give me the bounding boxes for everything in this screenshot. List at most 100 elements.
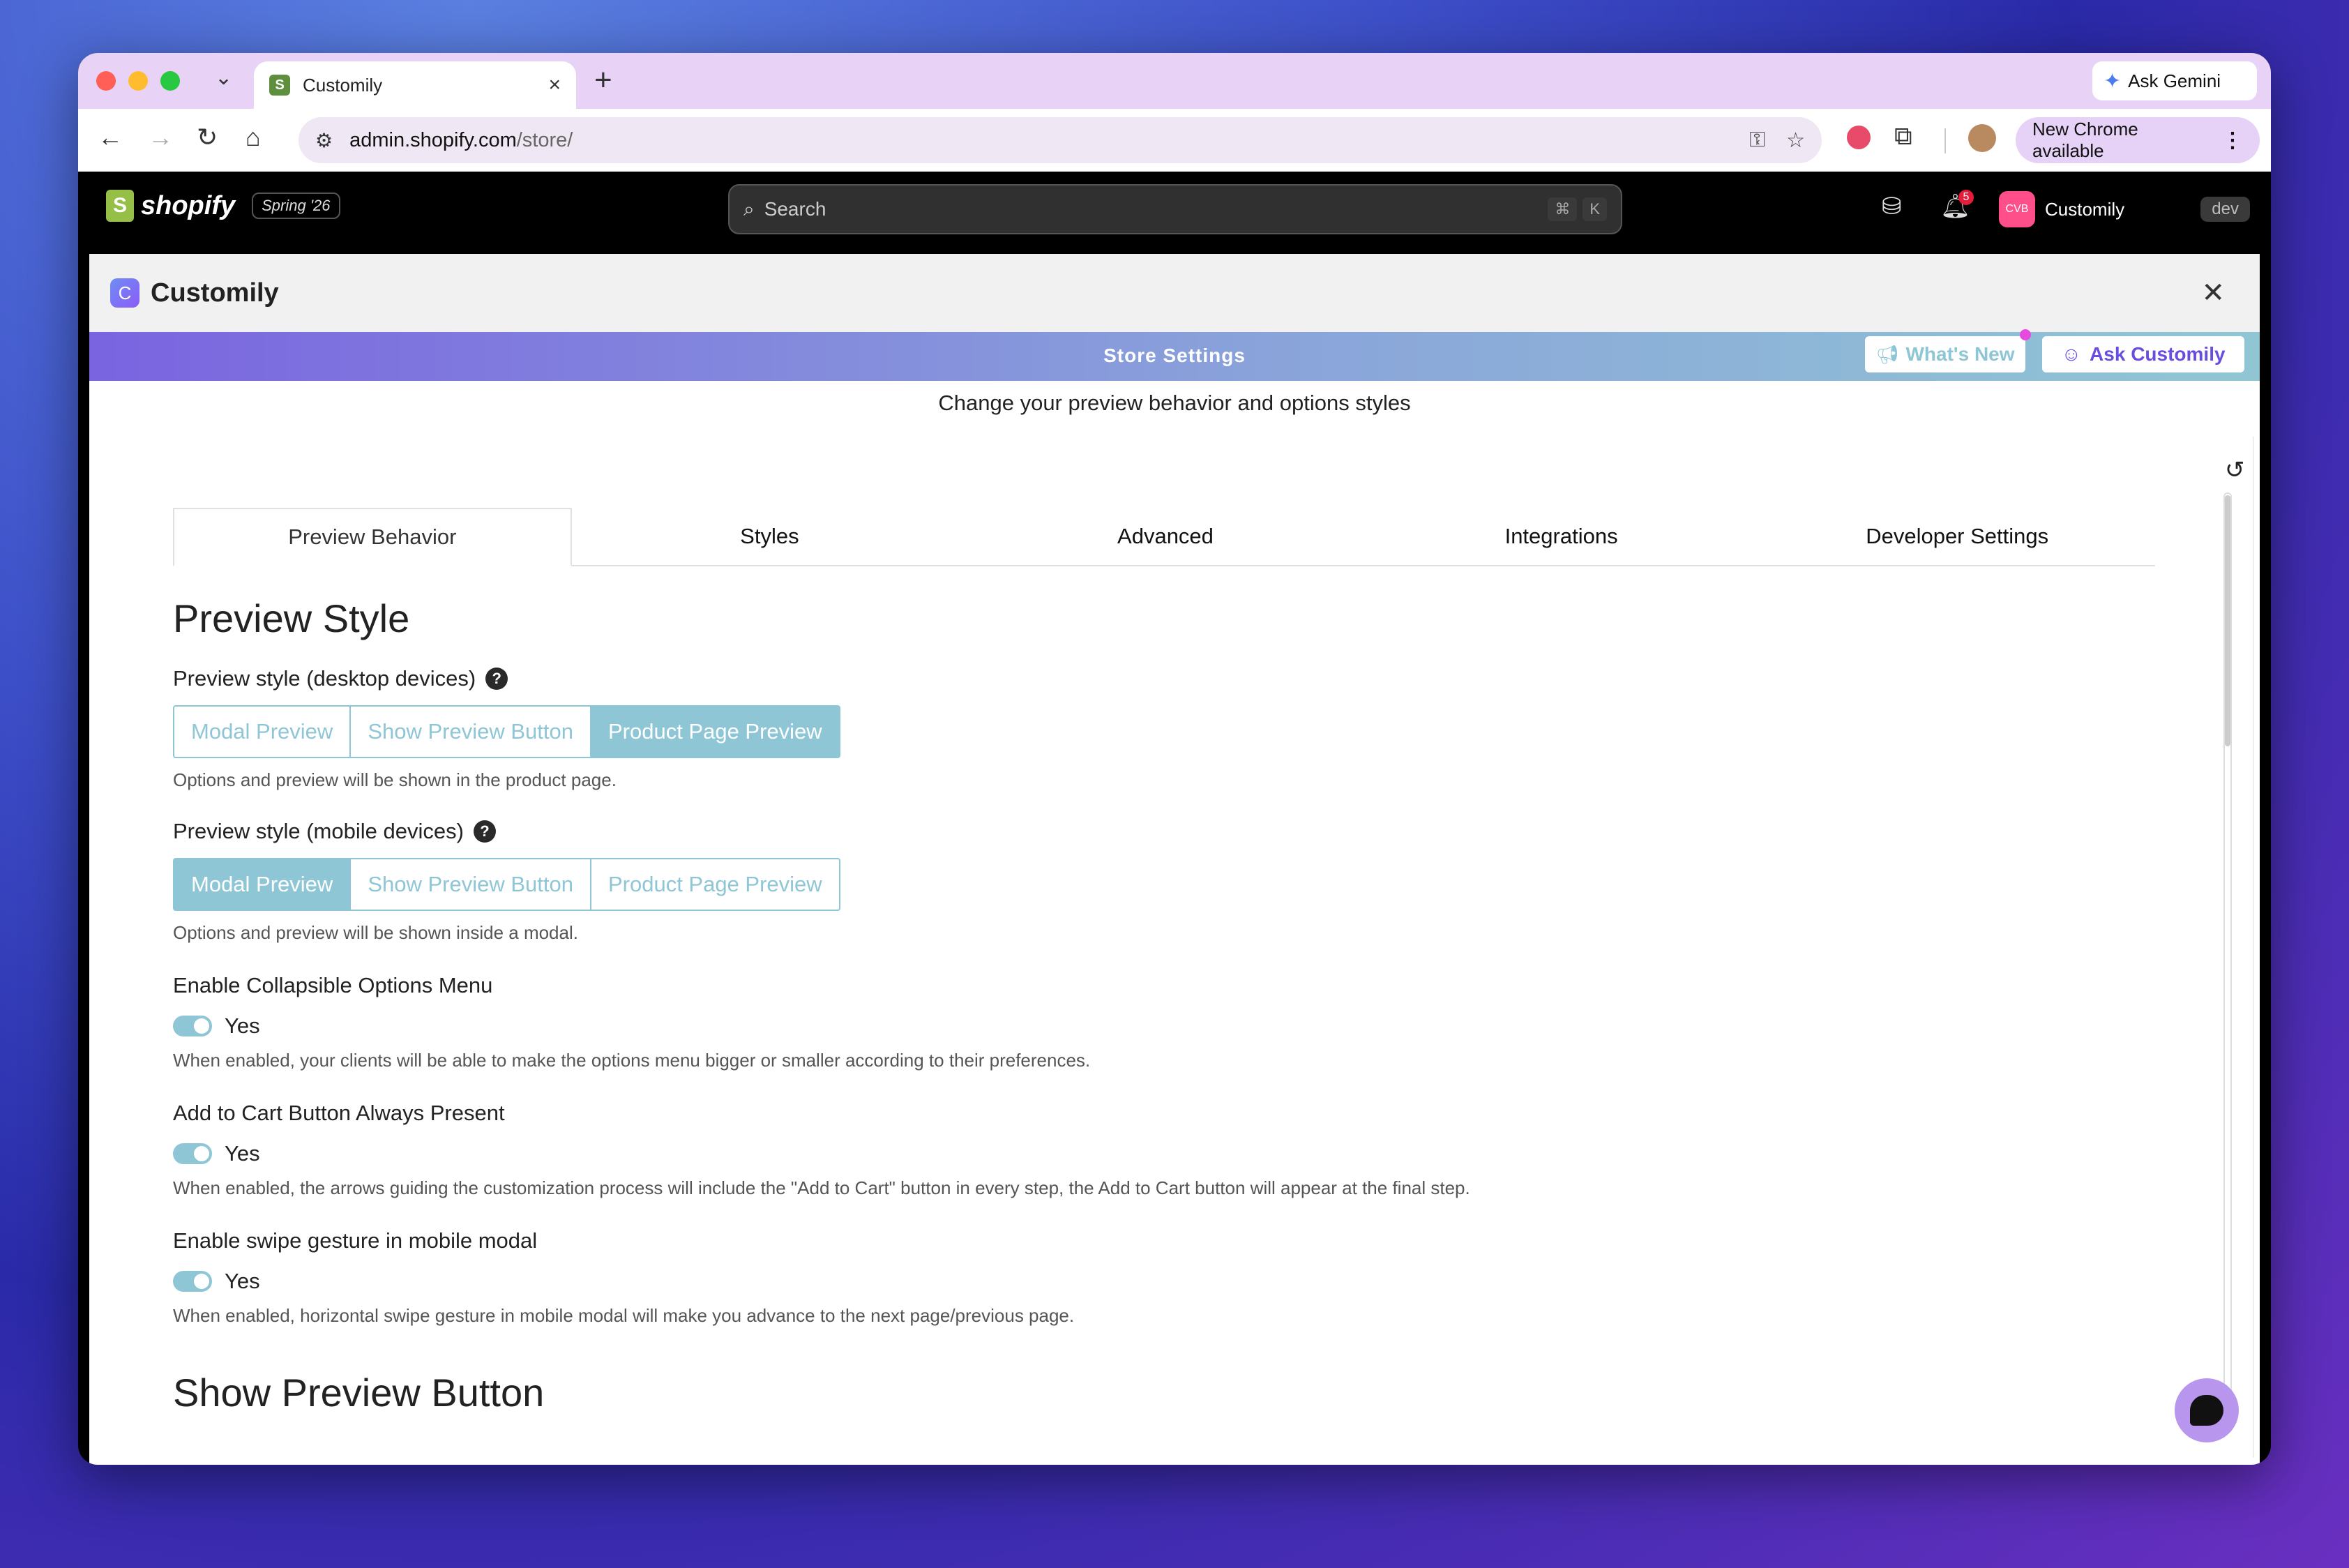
add-to-cart-toggle-label: Yes — [225, 1141, 260, 1166]
database-icon[interactable]: ⛁ — [1882, 193, 1902, 220]
show-preview-button-heading: Show Preview Button — [173, 1371, 545, 1415]
notification-count-badge: 5 — [1958, 190, 1974, 205]
toolbar-divider — [1944, 128, 1946, 153]
desktop-product-page-preview-option[interactable]: Product Page Preview — [589, 705, 840, 758]
tab-integrations[interactable]: Integrations — [1364, 508, 1760, 565]
close-window-button[interactable] — [96, 71, 116, 91]
url-text[interactable]: admin.shopify.com/store/ — [349, 129, 1728, 152]
tab-preview-behavior[interactable]: Preview Behavior — [173, 508, 572, 566]
ask-customily-button[interactable]: ☺ Ask Customily — [2042, 336, 2244, 372]
desktop-help-text: Options and preview will be shown in the… — [173, 769, 617, 790]
shopify-favicon-icon: S — [269, 75, 290, 96]
swipe-toggle-label: Yes — [225, 1269, 260, 1293]
back-arrow-icon[interactable]: ← — [98, 123, 123, 152]
collapsible-menu-toggle[interactable] — [173, 1016, 212, 1036]
profile-avatar[interactable] — [1968, 124, 1996, 152]
store-name: Customily — [2045, 198, 2125, 220]
chat-support-button[interactable] — [2175, 1378, 2239, 1442]
desktop-show-preview-button-option[interactable]: Show Preview Button — [349, 705, 591, 758]
extension-icon[interactable] — [1847, 126, 1871, 149]
url-path: /store/ — [516, 128, 573, 151]
tab-title: Customily — [303, 74, 383, 96]
help-question-icon[interactable]: ? — [485, 668, 508, 690]
collapsible-help-text: When enabled, your clients will be able … — [173, 1050, 1091, 1071]
mobile-product-page-preview-option[interactable]: Product Page Preview — [589, 858, 840, 911]
mobile-label-text: Preview style (mobile devices) — [173, 819, 464, 843]
ask-customily-label: Ask Customily — [2090, 343, 2226, 365]
edition-badge: Spring '26 — [252, 193, 340, 219]
store-switcher[interactable]: CVB Customily — [1999, 191, 2124, 227]
extensions-puzzle-icon[interactable]: ⧉ — [1894, 121, 1912, 151]
mobile-preview-style-selector: Modal Preview Show Preview Button Produc… — [173, 858, 2196, 911]
tab-search-chevron-down-icon[interactable]: ⌄ — [215, 66, 232, 90]
desktop-preview-style-selector: Modal Preview Show Preview Button Produc… — [173, 705, 2196, 758]
bookmark-star-icon[interactable]: ☆ — [1786, 128, 1805, 153]
forward-arrow-icon[interactable]: → — [148, 123, 173, 152]
new-tab-plus-icon[interactable]: + — [594, 63, 612, 98]
customily-app-frame: C Customily ✕ Store Settings 📢︎ What's N… — [89, 254, 2260, 1465]
mobile-modal-preview-option[interactable]: Modal Preview — [173, 858, 352, 911]
reload-icon[interactable]: ↻ — [197, 123, 218, 152]
chrome-update-button[interactable]: New Chrome available ⋮ — [2016, 117, 2260, 163]
browser-tab[interactable]: S Customily × — [254, 61, 576, 109]
swipe-help-text: When enabled, horizontal swipe gesture i… — [173, 1305, 1075, 1326]
shortcut-k-key: K — [1583, 197, 1607, 221]
new-indicator-dot — [2020, 329, 2031, 340]
shortcut-cmd-key: ⌘ — [1548, 197, 1578, 221]
add-to-cart-toggle[interactable] — [173, 1143, 212, 1164]
assistant-icon: ☺ — [2061, 343, 2082, 365]
megaphone-icon: 📢︎ — [1875, 343, 1899, 365]
settings-subtitle: Change your preview behavior and options… — [938, 391, 1411, 415]
minimize-window-button[interactable] — [128, 71, 148, 91]
app-titlebar: C Customily ✕ — [89, 254, 2260, 332]
tab-styles[interactable]: Styles — [572, 508, 968, 565]
whats-new-label: What's New — [1905, 343, 2015, 365]
close-app-icon[interactable]: ✕ — [2201, 277, 2225, 309]
mobile-help-text: Options and preview will be shown inside… — [173, 922, 578, 943]
swipe-gesture-label: Enable swipe gesture in mobile modal — [173, 1228, 538, 1253]
tab-close-icon[interactable]: × — [548, 73, 561, 97]
content-scrollbar-thumb[interactable] — [2225, 495, 2230, 746]
mobile-show-preview-button-option[interactable]: Show Preview Button — [349, 858, 591, 911]
swipe-gesture-toggle-row: Yes — [173, 1269, 2196, 1294]
mobile-preview-style-label: Preview style (mobile devices) ? — [173, 819, 2196, 844]
tab-developer-settings[interactable]: Developer Settings — [1759, 508, 2155, 565]
browser-toolbar: ← → ↻ ⌂ ⚙ admin.shopify.com/store/ ⚿ ☆ ⧉… — [78, 109, 2271, 172]
preview-behavior-panel: Preview Style Preview style (desktop dev… — [173, 596, 2196, 1415]
shopify-admin-header: S shopify Spring '26 ⌕ Search ⌘ K ⛁ 🔔︎ 5… — [78, 172, 2271, 244]
maximize-window-button[interactable] — [160, 71, 180, 91]
customily-logo-icon: C — [110, 278, 139, 308]
shopify-bag-icon: S — [106, 190, 134, 222]
desktop-label-text: Preview style (desktop devices) — [173, 666, 476, 691]
address-bar[interactable]: ⚙ admin.shopify.com/store/ ⚿ ☆ — [299, 117, 1822, 163]
ask-gemini-button[interactable]: ✦ Ask Gemini — [2092, 61, 2257, 100]
swipe-gesture-toggle[interactable] — [173, 1271, 212, 1292]
preview-style-heading: Preview Style — [173, 596, 410, 640]
help-question-icon[interactable]: ? — [473, 820, 496, 843]
desktop-modal-preview-option[interactable]: Modal Preview — [173, 705, 352, 758]
whats-new-button[interactable]: 📢︎ What's New — [1865, 329, 2031, 372]
chat-bubble-icon — [2190, 1395, 2223, 1426]
update-label: New Chrome available — [2032, 119, 2138, 161]
desktop-preview-style-label: Preview style (desktop devices) ? — [173, 666, 2196, 691]
app-title: Customily — [151, 278, 279, 308]
collapsible-menu-label: Enable Collapsible Options Menu — [173, 973, 493, 997]
add-to-cart-help-text: When enabled, the arrows guiding the cus… — [173, 1177, 1470, 1198]
add-to-cart-label: Add to Cart Button Always Present — [173, 1101, 505, 1125]
store-avatar: CVB — [1999, 191, 2035, 227]
shopify-logo[interactable]: S shopify Spring '26 — [106, 190, 340, 222]
kebab-menu-icon[interactable]: ⋮ — [2222, 128, 2243, 153]
browser-window: ⌄ S Customily × + ✦ Ask Gemini ← → ↻ ⌂ ⚙… — [78, 53, 2271, 1465]
shopify-wordmark: shopify — [141, 190, 236, 220]
store-settings-banner: Store Settings 📢︎ What's New ☺ Ask Custo… — [89, 329, 2260, 381]
site-info-icon[interactable]: ⚙ — [315, 129, 333, 152]
app-scrollbar[interactable] — [2253, 437, 2260, 1458]
password-key-icon[interactable]: ⚿ — [1749, 128, 1765, 152]
url-host: admin.shopify.com — [349, 128, 517, 151]
admin-search-input[interactable]: ⌕ Search ⌘ K — [728, 184, 1622, 234]
add-to-cart-toggle-row: Yes — [173, 1141, 2196, 1166]
ask-gemini-label: Ask Gemini — [2128, 70, 2221, 91]
tab-advanced[interactable]: Advanced — [967, 508, 1364, 565]
history-icon[interactable]: ↺ — [2225, 456, 2245, 484]
home-icon[interactable]: ⌂ — [246, 123, 261, 152]
